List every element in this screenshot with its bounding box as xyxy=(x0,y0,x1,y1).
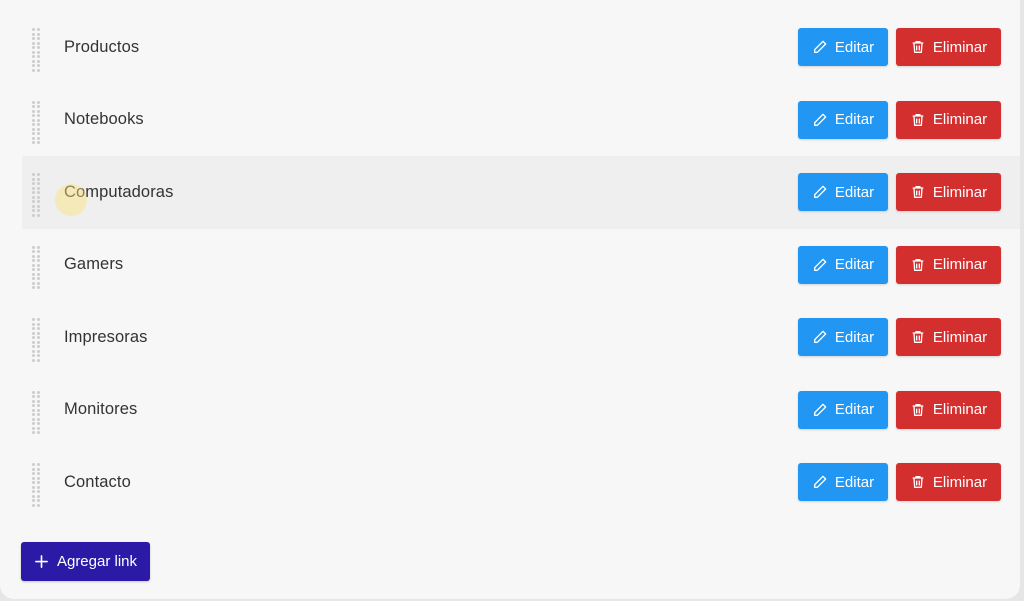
delete-button[interactable]: Eliminar xyxy=(896,318,1001,357)
row-actions: Editar Eliminar xyxy=(798,390,1001,429)
edit-button[interactable]: Editar xyxy=(798,28,888,67)
drag-handle-icon[interactable] xyxy=(32,463,40,507)
delete-button-label: Eliminar xyxy=(932,38,988,56)
delete-button-label: Eliminar xyxy=(932,111,988,129)
delete-button[interactable]: Eliminar xyxy=(896,390,1001,429)
trash-icon xyxy=(912,403,924,416)
edit-button[interactable]: Editar xyxy=(798,463,888,502)
edit-button-label: Editar xyxy=(834,473,875,491)
row-actions: Editar Eliminar xyxy=(798,173,1001,212)
delete-button-label: Eliminar xyxy=(932,401,988,419)
trash-icon xyxy=(912,186,924,199)
links-card: Productos Editar Eliminar Notebooks Edit… xyxy=(0,0,1020,599)
pencil-icon xyxy=(813,403,827,416)
edit-button[interactable]: Editar xyxy=(798,173,888,212)
pencil-icon xyxy=(813,330,827,344)
delete-button[interactable]: Eliminar xyxy=(896,100,1001,139)
drag-handle-icon[interactable] xyxy=(32,390,40,435)
delete-button-label: Eliminar xyxy=(932,256,988,274)
edit-button-label: Editar xyxy=(834,111,875,129)
drag-handle-icon[interactable] xyxy=(32,28,40,72)
list-item: Contacto Editar Eliminar xyxy=(22,446,1020,519)
delete-button[interactable]: Eliminar xyxy=(896,173,1001,212)
link-label: Notebooks xyxy=(64,110,144,129)
drag-handle-icon[interactable] xyxy=(32,318,40,362)
list-item: Impresoras Editar Eliminar xyxy=(22,301,1020,374)
list-item: Notebooks Editar Eliminar xyxy=(22,84,1020,157)
trash-icon xyxy=(912,41,924,54)
edit-button[interactable]: Editar xyxy=(798,390,888,429)
delete-button-label: Eliminar xyxy=(932,473,988,491)
edit-button[interactable]: Editar xyxy=(798,100,888,139)
links-list: Productos Editar Eliminar Notebooks Edit… xyxy=(22,11,1020,519)
trash-icon xyxy=(912,331,924,344)
link-label: Contacto xyxy=(64,472,131,491)
drag-handle-icon[interactable] xyxy=(32,245,40,290)
row-actions: Editar Eliminar xyxy=(798,463,1001,502)
link-label: Gamers xyxy=(64,255,124,274)
row-actions: Editar Eliminar xyxy=(798,245,1001,284)
edit-button-label: Editar xyxy=(834,256,875,274)
pencil-icon xyxy=(813,475,827,489)
row-actions: Editar Eliminar xyxy=(798,28,1001,67)
pencil-icon xyxy=(813,258,827,271)
row-actions: Editar Eliminar xyxy=(798,100,1001,139)
edit-button-label: Editar xyxy=(834,328,875,346)
edit-button-label: Editar xyxy=(834,183,875,201)
delete-button[interactable]: Eliminar xyxy=(896,28,1001,67)
add-link-button-label: Agregar link xyxy=(56,553,138,570)
pencil-icon xyxy=(813,113,827,126)
link-label: Productos xyxy=(64,37,140,56)
trash-icon xyxy=(912,476,924,489)
delete-button[interactable]: Eliminar xyxy=(896,463,1001,502)
delete-button[interactable]: Eliminar xyxy=(896,245,1001,284)
add-link-button[interactable]: Agregar link xyxy=(21,542,150,581)
drag-handle-icon[interactable] xyxy=(32,100,40,145)
edit-button-label: Editar xyxy=(834,38,875,56)
trash-icon xyxy=(912,113,924,126)
delete-button-label: Eliminar xyxy=(932,328,988,346)
list-item: Productos Editar Eliminar xyxy=(22,11,1020,84)
edit-button[interactable]: Editar xyxy=(798,245,888,284)
link-label: Impresoras xyxy=(64,327,148,346)
link-label: Monitores xyxy=(64,400,138,419)
link-label: Computadoras xyxy=(64,182,174,201)
delete-button-label: Eliminar xyxy=(932,183,988,201)
drag-handle-icon[interactable] xyxy=(32,173,40,217)
edit-button[interactable]: Editar xyxy=(798,318,888,357)
list-item: Gamers Editar Eliminar xyxy=(22,229,1020,302)
pencil-icon xyxy=(813,40,827,54)
list-item: Computadoras Editar Eliminar xyxy=(22,156,1020,229)
list-item: Monitores Editar Eliminar xyxy=(22,374,1020,447)
plus-icon xyxy=(35,555,48,568)
edit-button-label: Editar xyxy=(834,401,875,419)
trash-icon xyxy=(912,258,924,271)
pencil-icon xyxy=(813,185,827,199)
row-actions: Editar Eliminar xyxy=(798,318,1001,357)
